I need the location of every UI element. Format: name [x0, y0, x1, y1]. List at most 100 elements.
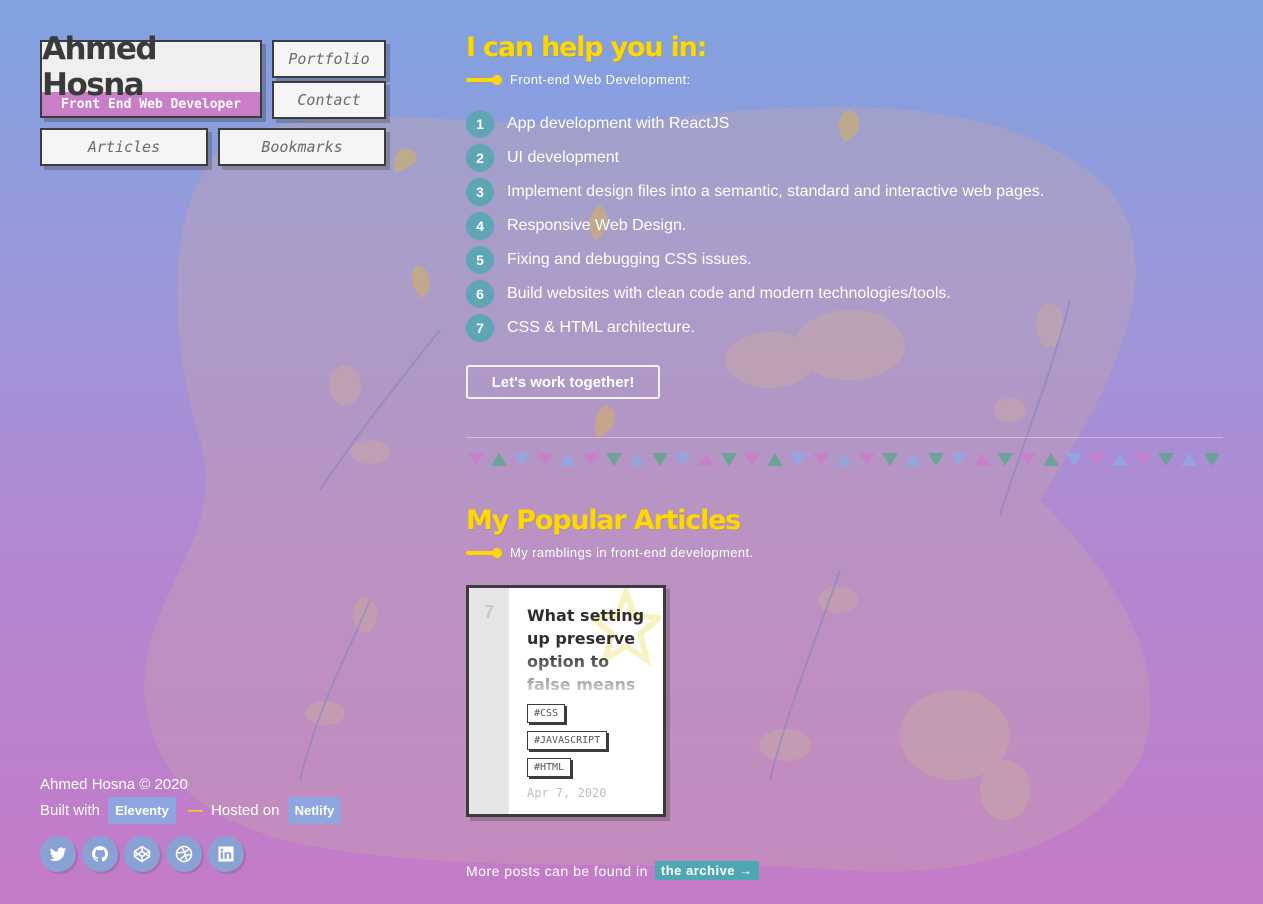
tag-html[interactable]: #HTML	[527, 758, 572, 777]
list-number: 2	[466, 144, 494, 172]
built-with-label: Built with	[40, 802, 101, 819]
list-item: 2 UI development	[466, 141, 1044, 175]
triangle-mark	[583, 453, 599, 466]
triangle-mark	[698, 453, 714, 466]
triangle-mark	[468, 453, 484, 466]
list-item: 5 Fixing and debugging CSS issues.	[466, 243, 1044, 277]
list-text: Implement design files into a semantic, …	[507, 183, 1045, 200]
articles-heading: My Popular Articles	[466, 505, 741, 536]
dribbble-link[interactable]	[166, 836, 202, 872]
list-number: 6	[466, 280, 494, 308]
card-tags: #CSS #JAVASCRIPT #HTML	[527, 703, 608, 784]
work-together-button[interactable]: Let's work together!	[466, 365, 660, 399]
dribbble-icon	[175, 845, 193, 863]
list-number: 1	[466, 110, 494, 138]
linkedin-icon	[218, 846, 234, 862]
more-posts: More posts can be found in the archive →	[466, 861, 759, 880]
triangle-mark	[790, 453, 806, 466]
list-text: Build websites with clean code and moder…	[507, 285, 951, 302]
list-text: CSS & HTML architecture.	[507, 319, 695, 336]
card-fade	[509, 652, 663, 698]
built-with-line: Built with Eleventy — Hosted on Netlify	[40, 797, 385, 824]
triangle-mark	[1066, 453, 1082, 466]
twitter-icon	[49, 847, 67, 861]
triangle-mark	[813, 453, 829, 466]
more-posts-text: More posts can be found in	[466, 862, 648, 879]
hosted-on-label: Hosted on	[211, 802, 280, 819]
github-icon	[92, 846, 109, 862]
list-number: 3	[466, 178, 494, 206]
section-divider	[466, 437, 1223, 438]
list-item: 6 Build websites with clean code and mode…	[466, 277, 1044, 311]
triangle-mark	[905, 453, 921, 466]
list-number: 7	[466, 314, 494, 342]
triangle-mark	[1204, 453, 1220, 466]
triangle-divider	[468, 453, 1220, 466]
triangle-mark	[928, 453, 944, 466]
triangle-mark	[629, 453, 645, 466]
triangle-mark	[560, 453, 576, 466]
list-text: Responsive Web Design.	[507, 217, 687, 234]
eleventy-link[interactable]: Eleventy	[108, 797, 176, 824]
nav-bookmarks[interactable]: Bookmarks	[218, 128, 386, 166]
list-item: 7 CSS & HTML architecture.	[466, 311, 1044, 345]
list-item: 4 Responsive Web Design.	[466, 209, 1044, 243]
article-card[interactable]: 7 What setting up preserve option to fal…	[466, 585, 666, 817]
linkedin-link[interactable]	[208, 836, 244, 872]
triangle-mark	[652, 453, 668, 466]
triangle-mark	[1181, 453, 1197, 466]
toggle-decoration-icon	[466, 547, 502, 558]
toggle-decoration-icon	[466, 74, 502, 85]
triangle-mark	[836, 453, 852, 466]
triangle-mark	[1089, 453, 1105, 466]
list-text: UI development	[507, 149, 620, 166]
articles-subtitle: My ramblings in front-end development.	[510, 545, 754, 560]
triangle-mark	[1158, 453, 1174, 466]
nav-portfolio[interactable]: Portfolio	[272, 40, 386, 78]
site-name: Ahmed Hosna	[42, 31, 158, 103]
nav-contact[interactable]: Contact	[272, 81, 386, 119]
list-number: 5	[466, 246, 494, 274]
triangle-mark	[537, 453, 553, 466]
triangle-mark	[514, 453, 530, 466]
separator-dash: —	[187, 802, 203, 819]
articles-subheading: My ramblings in front-end development.	[466, 545, 754, 560]
triangle-mark	[767, 453, 783, 466]
twitter-link[interactable]	[40, 836, 76, 872]
triangle-mark	[1020, 453, 1036, 466]
triangle-mark	[997, 453, 1013, 466]
social-links	[40, 836, 244, 872]
github-link[interactable]	[82, 836, 118, 872]
codepen-link[interactable]	[124, 836, 160, 872]
triangle-mark	[882, 453, 898, 466]
triangle-mark	[859, 453, 875, 466]
triangle-mark	[721, 453, 737, 466]
triangle-mark	[675, 453, 691, 466]
card-number: 7	[483, 602, 494, 622]
triangle-mark	[1135, 453, 1151, 466]
triangle-mark	[1112, 453, 1128, 466]
triangle-mark	[951, 453, 967, 466]
list-number: 4	[466, 212, 494, 240]
triangle-mark	[491, 453, 507, 466]
help-subtitle: Front-end Web Development:	[510, 72, 691, 87]
card-date: Apr 7, 2020	[527, 786, 607, 800]
triangle-mark	[974, 453, 990, 466]
copyright: Ahmed Hosna © 2020	[40, 776, 188, 793]
codepen-icon	[133, 845, 151, 863]
list-text: App development with ReactJS	[507, 115, 730, 132]
skills-list: 1 App development with ReactJS 2 UI develo…	[466, 107, 1044, 345]
tag-css[interactable]: #CSS	[527, 704, 566, 723]
site-logo[interactable]: Ahmed Hosna Front End Web Developer	[40, 31, 262, 118]
archive-link[interactable]: the archive →	[654, 861, 759, 880]
help-subheading: Front-end Web Development:	[466, 72, 691, 87]
netlify-link[interactable]: Netlify	[287, 797, 342, 824]
triangle-mark	[1043, 453, 1059, 466]
site-tagline: Front End Web Developer	[42, 92, 260, 116]
tag-javascript[interactable]: #JAVASCRIPT	[527, 731, 608, 750]
list-item: 3 Implement design files into a semantic,…	[466, 175, 1044, 209]
nav-articles[interactable]: Articles	[40, 128, 208, 166]
list-text: Fixing and debugging CSS issues.	[507, 251, 752, 268]
list-item: 1 App development with ReactJS	[466, 107, 1044, 141]
triangle-mark	[606, 453, 622, 466]
